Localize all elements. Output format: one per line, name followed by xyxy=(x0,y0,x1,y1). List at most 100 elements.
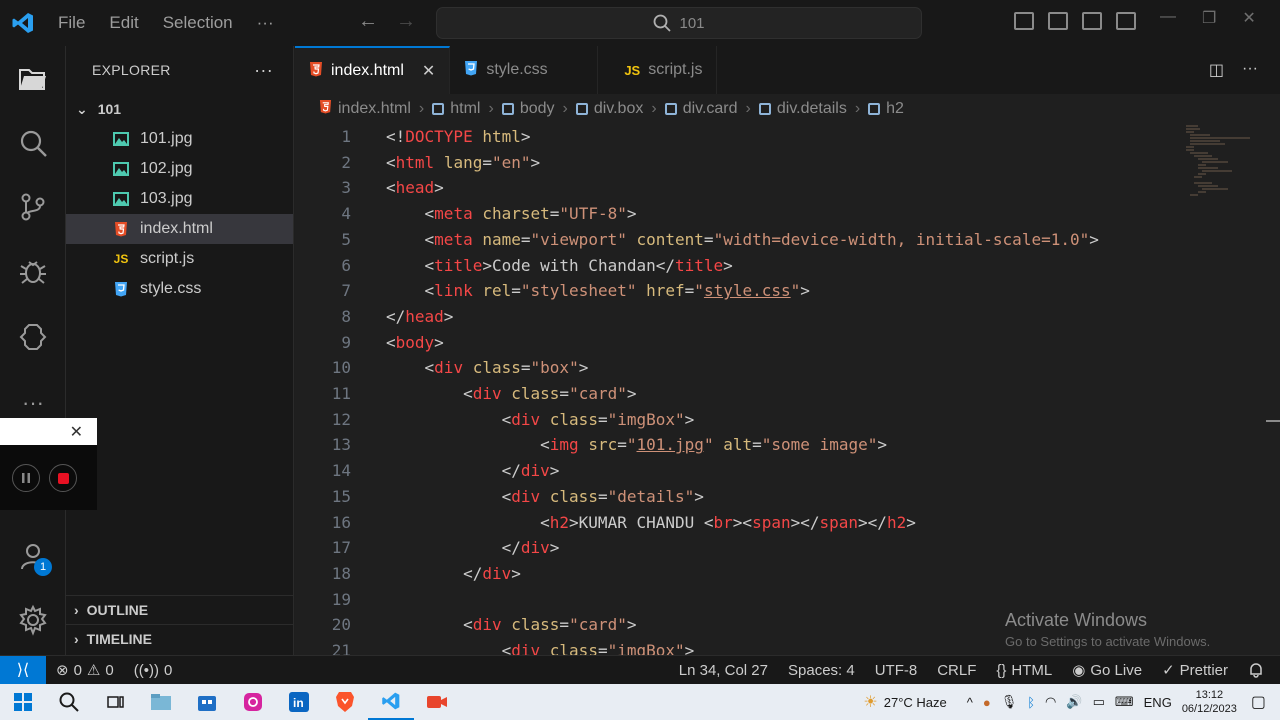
cursor-position[interactable]: Ln 34, Col 27 xyxy=(669,662,778,679)
menu-more[interactable]: ··· xyxy=(245,13,286,33)
file-item[interactable]: JS script.js xyxy=(66,244,293,274)
forward-arrow-icon[interactable]: → xyxy=(396,10,416,33)
breadcrumb-item[interactable]: html xyxy=(432,100,480,118)
file-item[interactable]: 102.jpg xyxy=(66,154,293,184)
code-line: 1 <!DOCTYPE html> xyxy=(295,124,1185,150)
weather-icon[interactable]: ☀ xyxy=(863,692,877,712)
breadcrumb-file[interactable]: index.html xyxy=(319,99,411,119)
manage-gear-icon[interactable] xyxy=(15,602,51,638)
file-item[interactable]: style.css xyxy=(66,274,293,304)
command-center-search[interactable]: 101 xyxy=(436,7,922,39)
brave-browser-icon[interactable] xyxy=(322,684,368,720)
tab-script-js[interactable]: JS script.js xyxy=(598,46,718,94)
menu-selection[interactable]: Selection xyxy=(151,13,245,33)
close-window-icon[interactable]: ✕ xyxy=(1242,8,1255,28)
pause-icon[interactable] xyxy=(12,464,40,492)
notifications-bell-icon[interactable] xyxy=(1238,662,1280,678)
title-bar: File Edit Selection ··· ← → 101 — ❐ ✕ xyxy=(0,0,1280,46)
breadcrumb-item[interactable]: body xyxy=(501,100,555,118)
file-item[interactable]: 103.jpg xyxy=(66,184,293,214)
run-debug-icon[interactable] xyxy=(15,253,51,289)
file-explorer-app-icon[interactable] xyxy=(138,684,184,720)
wifi-icon[interactable]: ◠ xyxy=(1045,694,1056,710)
tab-style-css[interactable]: style.css xyxy=(450,46,599,94)
vscode-app-icon[interactable] xyxy=(368,684,414,720)
line-number: 1 xyxy=(341,127,351,146)
tray-app-icon[interactable]: ● xyxy=(983,695,991,710)
editor-more-icon[interactable]: ··· xyxy=(1242,60,1258,80)
chevron-right-icon: › xyxy=(562,100,568,117)
chevron-right-icon: › xyxy=(854,100,861,117)
linkedin-app-icon[interactable]: in xyxy=(276,684,322,720)
explorer-files-icon[interactable] xyxy=(15,61,51,97)
file-item[interactable]: 101.jpg xyxy=(66,124,293,154)
toggle-primary-sidebar-icon[interactable] xyxy=(1014,12,1034,30)
js-icon: JS xyxy=(624,62,641,78)
js-icon: JS xyxy=(113,252,129,266)
broadcast-icon: ◉ xyxy=(1072,662,1086,679)
double-check-icon: ✓ xyxy=(1162,662,1175,679)
prettier-button[interactable]: ✓ Prettier xyxy=(1152,661,1238,680)
minimap[interactable] xyxy=(1180,124,1260,204)
tray-chevron-up-icon[interactable]: ^ xyxy=(967,695,973,710)
line-number: 2 xyxy=(341,152,351,172)
recorder-close-icon[interactable]: ✕ xyxy=(70,422,83,442)
taskbar-search-icon[interactable] xyxy=(46,684,92,720)
minimize-icon[interactable]: — xyxy=(1160,8,1176,28)
indentation[interactable]: Spaces: 4 xyxy=(778,662,865,679)
source-control-icon[interactable] xyxy=(15,189,51,225)
breadcrumb-item[interactable]: div.box xyxy=(575,100,643,118)
split-editor-icon[interactable]: ◫ xyxy=(1209,60,1224,80)
microphone-icon[interactable]: 🎙 xyxy=(1001,694,1018,710)
encoding[interactable]: UTF-8 xyxy=(865,662,928,679)
more-views-icon[interactable]: ··· xyxy=(15,385,51,421)
volume-icon[interactable]: 🔊 xyxy=(1066,694,1082,710)
explorer-more-icon[interactable]: ··· xyxy=(254,60,273,81)
menu-edit[interactable]: Edit xyxy=(97,13,150,33)
menu-file[interactable]: File xyxy=(46,13,97,33)
ports-indicator[interactable]: ((•)) 0 xyxy=(124,662,183,679)
bluetooth-icon[interactable]: ᛒ xyxy=(1027,695,1035,710)
toggle-panel-icon[interactable] xyxy=(1048,12,1068,30)
screen-recorder-app-icon[interactable] xyxy=(414,684,460,720)
notification-center-icon[interactable]: ▢ xyxy=(1251,692,1266,712)
customize-layout-icon[interactable] xyxy=(1116,12,1136,30)
store-app-icon[interactable] xyxy=(184,684,230,720)
outline-section[interactable]: › OUTLINE xyxy=(66,595,294,624)
language-mode[interactable]: {} HTML xyxy=(986,662,1062,679)
windows-start-icon[interactable] xyxy=(0,684,46,720)
breadcrumb-item[interactable]: div.card xyxy=(664,100,738,118)
problems-indicator[interactable]: ⊗ 0 ⚠ 0 xyxy=(46,661,124,680)
clock[interactable]: 13:12 06/12/2023 xyxy=(1182,688,1237,716)
folder-101[interactable]: ⌄ 101 xyxy=(66,94,293,124)
weather-text[interactable]: 27°C Haze xyxy=(884,695,947,710)
vertical-scrollbar[interactable] xyxy=(1266,124,1280,655)
search-view-icon[interactable] xyxy=(15,125,51,161)
input-language[interactable]: ENG xyxy=(1144,695,1172,710)
file-item-selected[interactable]: index.html xyxy=(66,214,293,244)
close-icon[interactable]: ✕ xyxy=(422,61,435,81)
code-editor[interactable]: 1 <!DOCTYPE html> 2 <html lang="en"> 3 <hea… xyxy=(295,124,1280,655)
remote-indicator-icon[interactable]: ⟩⟨ xyxy=(0,656,46,684)
tab-index-html[interactable]: index.html ✕ xyxy=(295,46,451,94)
line-ending[interactable]: CRLF xyxy=(927,662,986,679)
task-view-icon[interactable] xyxy=(92,684,138,720)
restore-icon[interactable]: ❐ xyxy=(1202,8,1216,28)
instagram-app-icon[interactable] xyxy=(230,684,276,720)
line-number: 6 xyxy=(341,255,351,275)
line-number: 5 xyxy=(341,229,351,249)
breadcrumb-item[interactable]: div.details xyxy=(758,100,847,118)
breadcrumb-label: div.card xyxy=(682,100,738,117)
extensions-icon[interactable] xyxy=(15,319,51,355)
html-icon xyxy=(309,61,323,82)
back-arrow-icon[interactable]: ← xyxy=(358,10,378,33)
stop-record-icon[interactable] xyxy=(49,464,77,492)
timeline-section[interactable]: › TIMELINE xyxy=(66,624,294,653)
toggle-secondary-sidebar-icon[interactable] xyxy=(1082,12,1102,30)
breadcrumb-label: h2 xyxy=(886,100,904,117)
breadcrumb-item[interactable]: h2 xyxy=(868,100,904,118)
keyboard-icon[interactable]: ⌨ xyxy=(1115,694,1134,710)
battery-icon[interactable]: ▭ xyxy=(1093,694,1105,710)
go-live-button[interactable]: ◉ Go Live xyxy=(1062,661,1152,680)
clock-time: 13:12 xyxy=(1195,689,1224,701)
